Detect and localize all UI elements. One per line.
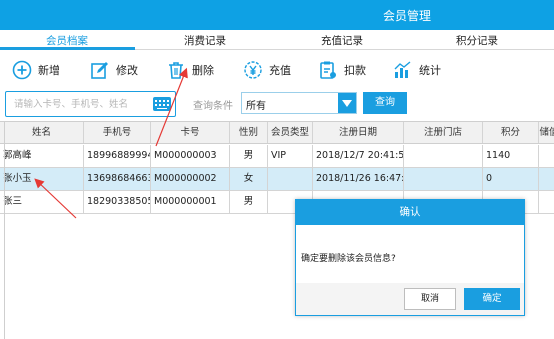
column-header[interactable]: 会员类型: [268, 122, 313, 143]
cell-phone: 18290338505: [84, 191, 151, 213]
cell-gender: 女: [230, 168, 268, 190]
search-input[interactable]: [14, 96, 154, 112]
yen-coin-icon: [244, 61, 262, 79]
table-left-border: [4, 122, 5, 339]
cell-phone: 13698684663: [84, 168, 151, 190]
cell-points: 0: [483, 168, 539, 190]
column-header[interactable]: 储值: [539, 122, 554, 143]
cell-phone: 18996889994: [84, 145, 151, 167]
table-row[interactable]: 张小玉 13698684663 M000000002 女 2018/11/26 …: [0, 168, 554, 191]
bar-chart-icon: [394, 61, 411, 78]
tab-bar: 会员档案 消费记录 充值记录 积分记录: [0, 30, 554, 50]
deduct-button[interactable]: 扣款: [318, 59, 366, 81]
cell-card: M000000003: [151, 145, 230, 167]
cell-name: 张小玉: [0, 168, 84, 190]
add-label: 新增: [38, 64, 60, 77]
condition-value: 所有: [246, 101, 266, 112]
tab-member-profile[interactable]: 会员档案: [46, 33, 88, 48]
delete-button[interactable]: 删除: [166, 59, 214, 81]
cell-name: 张三: [0, 191, 84, 213]
edit-label: 修改: [116, 64, 138, 77]
dropdown-arrow-icon[interactable]: [338, 93, 356, 113]
keyboard-icon[interactable]: [153, 97, 171, 111]
column-header[interactable]: 积分: [483, 122, 539, 143]
trash-icon: [169, 62, 183, 79]
table-header: 姓名 手机号 卡号 性别 会员类型 注册日期 注册门店 积分 储值: [0, 122, 554, 144]
cell-date: 2018/12/7 20:41:59: [313, 145, 404, 167]
cell-balance: [539, 191, 554, 213]
cell-date: 2018/11/26 16:47:18: [313, 168, 404, 190]
cell-store: [404, 145, 483, 167]
query-button[interactable]: 查询: [363, 92, 407, 114]
cell-store: [404, 168, 483, 190]
dialog-title: 确认: [296, 200, 524, 225]
deduct-label: 扣款: [344, 64, 366, 77]
plus-circle-icon: [12, 60, 32, 80]
delete-label: 删除: [192, 64, 214, 77]
cell-name: 郭高峰: [0, 145, 84, 167]
column-header[interactable]: 注册门店: [404, 122, 483, 143]
stats-button[interactable]: 统计: [393, 59, 441, 81]
column-header[interactable]: 姓名: [0, 122, 84, 143]
condition-label: 查询条件: [193, 101, 233, 112]
cell-gender: 男: [230, 191, 268, 213]
search-bar: 查询条件 所有 查询: [0, 89, 554, 119]
dialog-footer: 取消 确定: [296, 283, 524, 315]
add-button[interactable]: 新增: [12, 59, 60, 81]
edit-button[interactable]: 修改: [90, 59, 138, 81]
cell-gender: 男: [230, 145, 268, 167]
stats-label: 统计: [419, 64, 441, 77]
dialog-message: 确定要删除该会员信息?: [301, 254, 396, 264]
cell-balance: [539, 145, 554, 167]
cell-balance: [539, 168, 554, 190]
recharge-label: 充值: [269, 64, 291, 77]
tab-consumption-records[interactable]: 消费记录: [184, 33, 226, 48]
cancel-button[interactable]: 取消: [404, 288, 456, 310]
tab-recharge-records[interactable]: 充值记录: [321, 33, 363, 48]
window-title: 会员管理: [383, 9, 432, 23]
condition-select[interactable]: 所有: [241, 92, 357, 114]
table-row[interactable]: 郭高峰 18996889994 M000000003 男 VIP 2018/12…: [0, 145, 554, 168]
column-header[interactable]: 手机号: [84, 122, 151, 143]
recharge-button[interactable]: 充值: [243, 59, 291, 81]
column-header[interactable]: 注册日期: [313, 122, 404, 143]
toolbar: 新增 修改 删除 充值 扣款 统计: [0, 51, 554, 89]
edit-icon: [91, 62, 108, 79]
clipboard-deduct-icon: [320, 61, 336, 79]
tab-points-records[interactable]: 积分记录: [456, 33, 498, 48]
column-header[interactable]: 卡号: [151, 122, 230, 143]
title-bar: 会员管理: [0, 0, 554, 30]
cell-card: M000000002: [151, 168, 230, 190]
confirm-dialog: 确认 确定要删除该会员信息? 取消 确定: [295, 199, 525, 316]
cell-card: M000000001: [151, 191, 230, 213]
cell-type: VIP: [268, 145, 313, 167]
cell-points: 1140: [483, 145, 539, 167]
search-field: [5, 91, 176, 117]
confirm-button[interactable]: 确定: [464, 288, 520, 310]
active-tab-indicator: [0, 47, 135, 50]
cell-type: [268, 168, 313, 190]
column-header[interactable]: 性别: [230, 122, 268, 143]
